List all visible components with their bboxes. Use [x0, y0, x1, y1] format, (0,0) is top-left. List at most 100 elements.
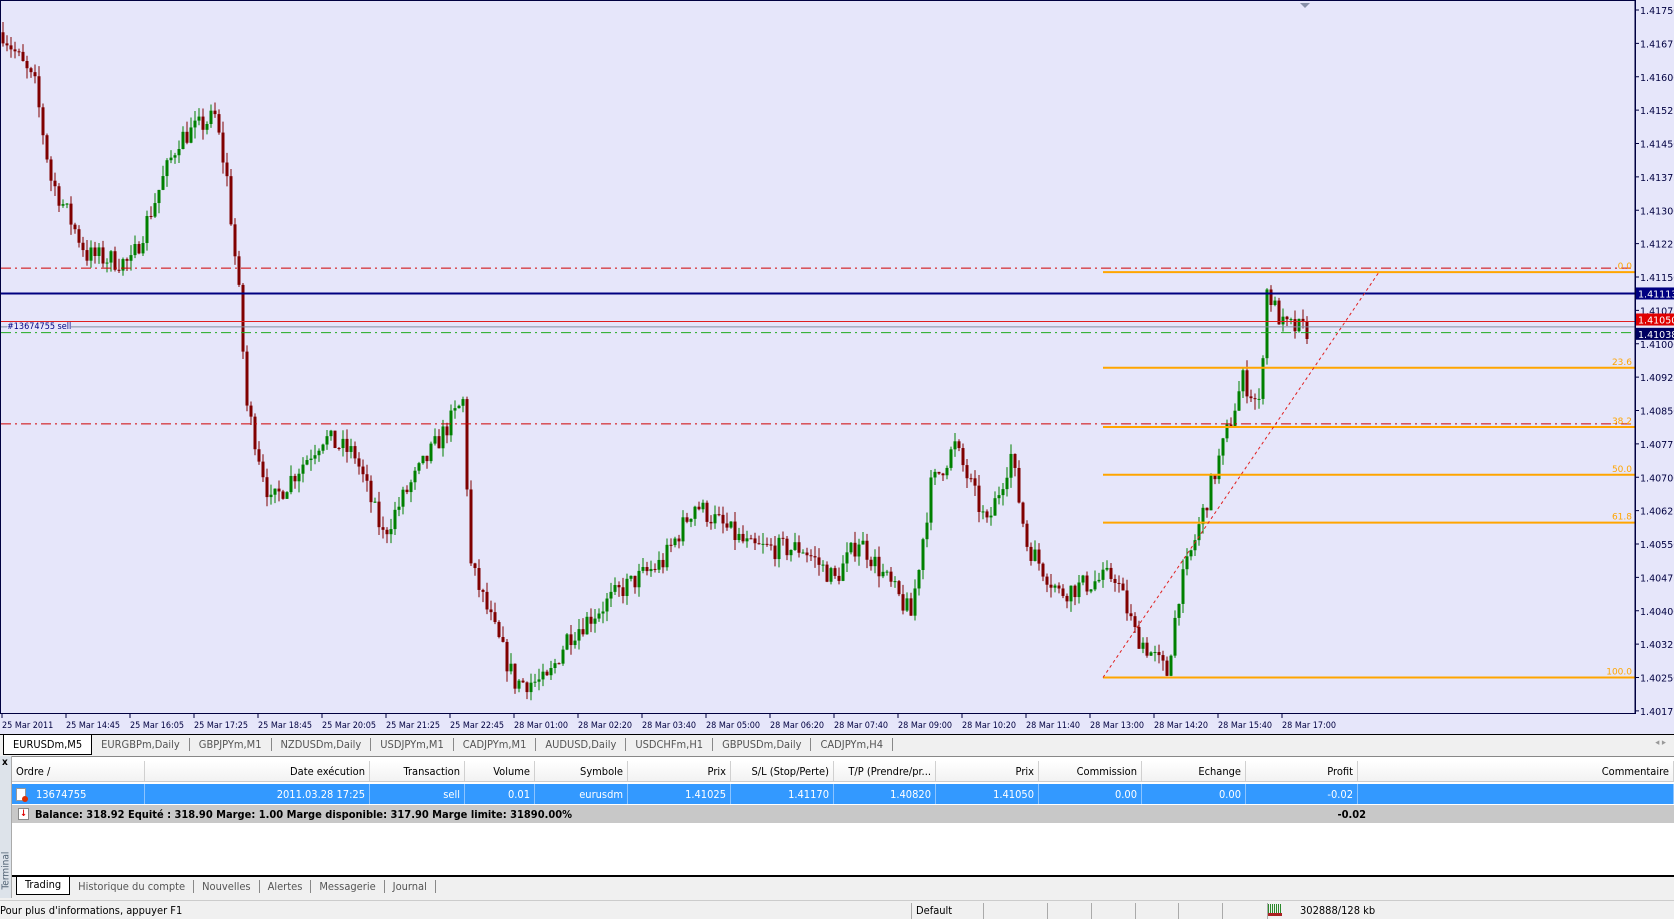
candle-body: [961, 448, 965, 466]
candle-body: [445, 426, 449, 436]
total-profit: -0.02: [1337, 807, 1366, 821]
candle-body: [293, 475, 297, 482]
column-header[interactable]: Volume: [465, 761, 535, 781]
chart-canvas[interactable]: 0.0 23.6 38.2 50.0 61.8 100.0 1.41750 1.41675 1.…: [0, 0, 1674, 734]
terminal-tab[interactable]: Historique du compte: [70, 879, 195, 893]
candle-body: [201, 116, 205, 130]
candle-body: [1085, 575, 1089, 592]
candle-body: [181, 131, 185, 150]
chart-tabs: ◂ ▸ EURUSDm,M5 EURGBPm,Daily GBPJPYm,M1 NZD…: [0, 734, 1674, 755]
column-header[interactable]: Date exécution: [145, 761, 370, 781]
column-header[interactable]: Symbole: [535, 761, 628, 781]
price-tick-label: 1.40700: [1640, 473, 1674, 484]
terminal-panel: x Terminal Ordre / Date exécution Transact…: [0, 756, 1674, 898]
price-tick-label: 1.40175: [1640, 707, 1674, 718]
terminal-tab[interactable]: Messagerie: [311, 879, 385, 893]
table-cell: 1.41170: [731, 784, 834, 804]
column-header[interactable]: Profit: [1246, 761, 1358, 781]
candle-body: [545, 671, 549, 676]
candle-body: [769, 544, 773, 546]
candle-body: [337, 448, 341, 450]
tab-scroll-arrows[interactable]: ◂ ▸: [1655, 738, 1666, 748]
candle-body: [473, 563, 477, 569]
price-label-last: 1.41038: [1638, 330, 1674, 341]
candle-body: [633, 575, 637, 588]
candle-body: [1073, 585, 1077, 598]
column-header[interactable]: Prix: [936, 761, 1039, 781]
symbol-tab[interactable]: NZDUSDm,Daily: [272, 738, 372, 751]
candle-body: [1025, 523, 1029, 547]
symbol-tab[interactable]: AUDUSD,Daily: [536, 738, 627, 751]
candle-body: [865, 540, 869, 560]
cell-value: -0.02: [1327, 787, 1353, 801]
column-header[interactable]: Commission: [1039, 761, 1142, 781]
candle-body: [677, 538, 681, 542]
candle-body: [373, 501, 377, 503]
candle-body: [457, 405, 461, 409]
candle-body: [37, 76, 41, 108]
candle-body: [741, 533, 745, 542]
column-header[interactable]: Prix: [628, 761, 731, 781]
close-icon[interactable]: x: [2, 757, 8, 768]
candle-body: [485, 591, 489, 610]
candle-body: [449, 410, 453, 436]
candle-body: [625, 578, 629, 596]
symbol-tab[interactable]: USDJPYm,M1: [371, 738, 454, 751]
price-chart[interactable]: 0.0 23.6 38.2 50.0 61.8 100.0 1.41750 1.41675 1.…: [0, 0, 1674, 734]
column-header[interactable]: Commentaire: [1358, 761, 1674, 781]
candle-body: [833, 568, 837, 576]
column-label: Volume: [493, 764, 530, 778]
candle-body: [621, 587, 625, 596]
cell-value: 1.41050: [993, 787, 1034, 801]
candle-body: [129, 255, 133, 261]
candle-body: [521, 680, 525, 683]
column-header[interactable]: T/P (Prendre/pr...: [834, 761, 936, 781]
order-label: #13674755 sell: [7, 322, 72, 332]
price-tick-label: 1.40400: [1640, 607, 1674, 618]
candle-body: [157, 189, 161, 204]
time-tick-label: 28 Mar 14:20: [1154, 721, 1208, 731]
candle-body: [1013, 453, 1017, 468]
candle-body: [1221, 438, 1225, 456]
symbol-tab[interactable]: USDCHFm,H1: [626, 738, 714, 751]
status-traffic: 302888/128 kb: [1300, 904, 1376, 917]
candle-body: [1089, 589, 1093, 592]
terminal-tab[interactable]: Alertes: [260, 879, 312, 893]
column-header[interactable]: Echange: [1142, 761, 1246, 781]
time-tick-label: 28 Mar 06:20: [770, 721, 824, 731]
time-tick-label: 25 Mar 14:45: [66, 721, 120, 731]
symbol-tab[interactable]: EURUSDm,M5: [3, 734, 93, 755]
candle-body: [841, 563, 845, 581]
terminal-tab[interactable]: Nouvelles: [194, 879, 260, 893]
column-header[interactable]: Transaction: [370, 761, 465, 781]
table-header: Ordre / Date exécution Transaction Volume Sy…: [12, 761, 1674, 782]
terminal-tab[interactable]: Trading: [16, 877, 71, 895]
terminal-tab[interactable]: Journal: [385, 879, 436, 893]
candle-body: [105, 262, 109, 264]
candle-body: [701, 502, 705, 510]
candle-body: [1285, 316, 1289, 320]
candle-body: [717, 514, 721, 516]
candle-body: [609, 591, 613, 599]
column-header[interactable]: S/L (Stop/Perte): [731, 761, 834, 781]
symbol-tab[interactable]: GBPJPYm,M1: [190, 738, 272, 751]
candle-body: [1045, 576, 1049, 585]
candle-body: [629, 575, 633, 579]
symbol-tab[interactable]: CADJPYm,M1: [454, 738, 537, 751]
candle-body: [509, 663, 513, 672]
symbol-tab[interactable]: GBPUSDm,Daily: [713, 738, 812, 751]
time-tick-label: 25 Mar 21:25: [386, 721, 440, 731]
symbol-tab[interactable]: CADJPYm,H4: [811, 738, 893, 751]
column-header[interactable]: Ordre /: [12, 761, 145, 781]
table-row[interactable]: 13674755 2011.03.28 17:25 sell 0.01 eurusdm 1…: [12, 784, 1674, 804]
fib-level-label: 23.6: [1612, 358, 1632, 368]
candle-body: [1117, 582, 1121, 584]
candle-body: [313, 455, 317, 459]
candle-body: [33, 72, 37, 77]
candle-body: [173, 155, 177, 158]
candle-body: [1289, 319, 1293, 321]
candle-body: [881, 571, 885, 577]
symbol-tab[interactable]: EURGBPm,Daily: [92, 738, 190, 751]
cell-value: 0.00: [1114, 787, 1137, 801]
candle-body: [1145, 642, 1149, 656]
